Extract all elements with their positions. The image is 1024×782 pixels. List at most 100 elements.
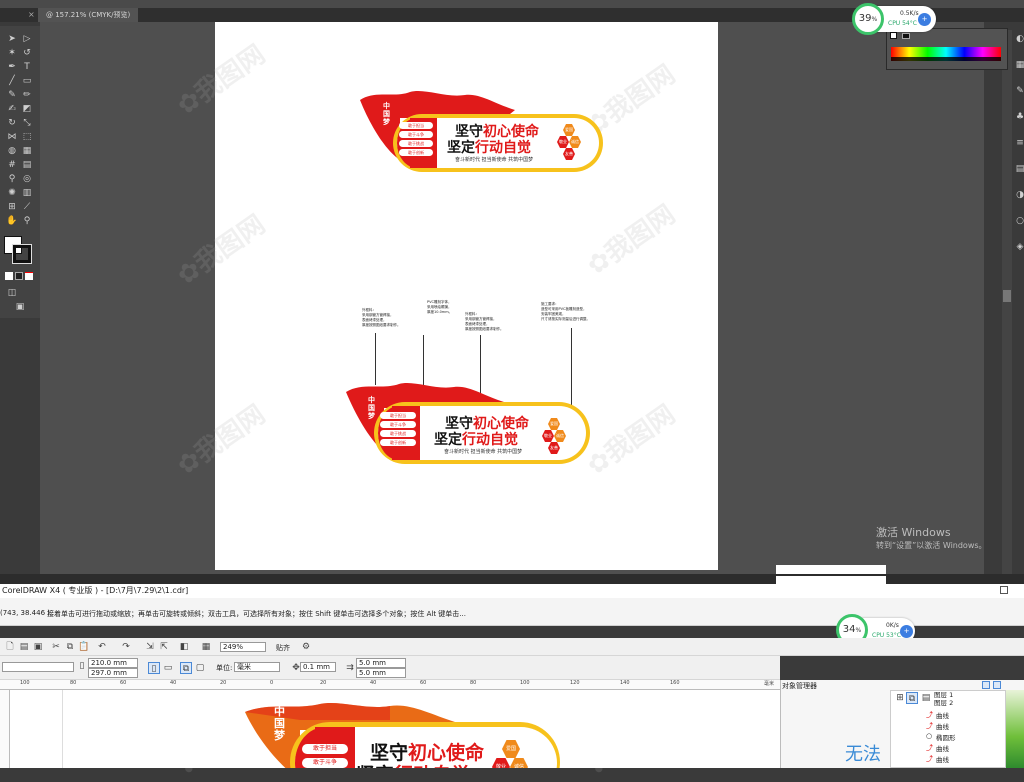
symbol-sprayer-tool-icon[interactable]: ✺ bbox=[6, 188, 18, 198]
scrollbar-thumb[interactable] bbox=[1003, 290, 1011, 302]
perspective-grid-tool-icon[interactable]: ▦ bbox=[21, 146, 33, 156]
window-control-icon[interactable] bbox=[1000, 586, 1008, 594]
duplicate-y-field[interactable]: 5.0 mm bbox=[356, 668, 406, 678]
show-properties-icon[interactable]: ⊞ bbox=[894, 692, 906, 704]
docker-overlay-text: 无法 bbox=[845, 744, 881, 765]
document-tab[interactable]: @ 157.21% (CMYK/预览) bbox=[38, 8, 139, 22]
stroke-swatch[interactable] bbox=[12, 244, 32, 264]
save-icon[interactable]: ▣ bbox=[32, 641, 44, 653]
duplicate-x-field[interactable]: 5.0 mm bbox=[356, 658, 406, 668]
vertical-ruler[interactable] bbox=[0, 690, 10, 768]
object-row[interactable]: 曲线 bbox=[936, 710, 949, 720]
current-page-icon[interactable]: ▢ bbox=[194, 662, 206, 674]
units-select[interactable]: 毫米 bbox=[234, 662, 280, 672]
object-row[interactable]: 椭圆形 bbox=[936, 732, 956, 742]
rectangle-tool-icon[interactable]: ▭ bbox=[21, 76, 33, 86]
vertical-scrollbar[interactable] bbox=[1002, 30, 1012, 575]
gradient-tool-icon[interactable]: ▤ bbox=[21, 160, 33, 170]
accelerate-badge[interactable]: + bbox=[900, 625, 913, 638]
layer-manager-view-icon[interactable]: ▤ bbox=[920, 692, 932, 704]
gradient-panel-icon[interactable]: ▤ bbox=[1014, 164, 1024, 174]
swatches-panel-icon[interactable]: ▦ bbox=[1014, 60, 1024, 70]
appearance-panel-icon[interactable]: ○ bbox=[1014, 216, 1024, 226]
color-palette[interactable] bbox=[1006, 690, 1024, 768]
options-icon[interactable]: ⚙ bbox=[300, 641, 312, 653]
undo-icon[interactable]: ↶ bbox=[96, 641, 108, 653]
page-size-select[interactable] bbox=[2, 662, 74, 672]
color-mode-icon[interactable] bbox=[5, 272, 13, 280]
slice-tool-icon[interactable]: ⟋ bbox=[21, 202, 33, 212]
line-tool-icon[interactable]: ╱ bbox=[6, 76, 18, 86]
welcome-screen-icon[interactable]: ▦ bbox=[200, 641, 212, 653]
stroke-color-swatch[interactable] bbox=[902, 33, 910, 39]
screen-mode-icon[interactable]: ▣ bbox=[14, 302, 26, 312]
color-spectrum-dark[interactable] bbox=[891, 57, 1001, 61]
object-row[interactable]: 曲线 bbox=[936, 754, 949, 764]
accelerate-badge[interactable]: + bbox=[918, 13, 931, 26]
cut-icon[interactable]: ✂ bbox=[50, 641, 62, 653]
open-file-icon[interactable]: ▤ bbox=[18, 641, 30, 653]
color-panel-icon[interactable]: ◐ bbox=[1014, 34, 1024, 44]
object-row[interactable]: 曲线 bbox=[936, 743, 949, 753]
portrait-icon[interactable]: ▯ bbox=[148, 662, 160, 674]
fill-color-swatch[interactable] bbox=[890, 32, 897, 39]
application-launcher-icon[interactable]: ◧ bbox=[178, 641, 190, 653]
stroke-panel-icon[interactable]: ≡ bbox=[1014, 138, 1024, 148]
snap-label[interactable]: 贴齐 bbox=[276, 643, 290, 653]
blob-brush-tool-icon[interactable]: ✍ bbox=[6, 104, 18, 114]
horizontal-ruler[interactable] bbox=[0, 680, 780, 690]
artboard-tool-icon[interactable]: ⊞ bbox=[6, 202, 18, 212]
all-pages-icon[interactable]: ⧉ bbox=[180, 662, 192, 674]
rotate-tool-icon[interactable]: ↻ bbox=[6, 118, 18, 128]
tab-close-icon[interactable]: × bbox=[28, 8, 35, 22]
free-transform-tool-icon[interactable]: ⬚ bbox=[21, 132, 33, 142]
value-button: 敢于挑战 bbox=[399, 140, 433, 147]
shape-builder-tool-icon[interactable]: ◍ bbox=[6, 146, 18, 156]
gradient-mode-icon[interactable] bbox=[15, 272, 23, 280]
landscape-icon[interactable]: ▭ bbox=[162, 662, 174, 674]
lasso-tool-icon[interactable]: ↺ bbox=[21, 48, 33, 58]
pencil-tool-icon[interactable]: ✏ bbox=[21, 90, 33, 100]
edit-across-layers-icon[interactable]: ⧉ bbox=[906, 692, 918, 704]
eyedropper-tool-icon[interactable]: ⚲ bbox=[6, 174, 18, 184]
nudge-distance-field[interactable]: 0.1 mm bbox=[300, 662, 336, 672]
paper-icon: ▯ bbox=[79, 661, 85, 671]
magic-wand-tool-icon[interactable]: ✶ bbox=[6, 48, 18, 58]
scale-tool-icon[interactable]: ⤡ bbox=[21, 118, 33, 128]
symbols-panel-icon[interactable]: ♣ bbox=[1014, 112, 1024, 122]
mesh-tool-icon[interactable]: # bbox=[6, 160, 18, 170]
tray-strip bbox=[776, 576, 886, 584]
pen-tool-icon[interactable]: ✒ bbox=[6, 62, 18, 72]
eraser-tool-icon[interactable]: ◩ bbox=[21, 104, 33, 114]
docker-minimize-icon[interactable] bbox=[982, 681, 990, 689]
zoom-tool-icon[interactable]: ⚲ bbox=[21, 216, 33, 226]
type-tool-icon[interactable]: T bbox=[21, 62, 33, 72]
copy-icon[interactable]: ⧉ bbox=[64, 641, 76, 653]
selection-tool-icon[interactable]: ➤ bbox=[6, 34, 18, 44]
object-row[interactable]: 曲线 bbox=[936, 721, 949, 731]
redo-icon[interactable]: ↷ bbox=[120, 641, 132, 653]
layer-row[interactable]: 图层 2 bbox=[934, 697, 953, 707]
column-graph-tool-icon[interactable]: ▥ bbox=[21, 188, 33, 198]
new-file-icon[interactable]: 🗋 bbox=[4, 641, 16, 653]
zoom-level-select[interactable]: 249% bbox=[220, 642, 266, 652]
leader-line bbox=[375, 333, 376, 385]
direct-selection-tool-icon[interactable]: ▷ bbox=[21, 34, 33, 44]
export-icon[interactable]: ⇱ bbox=[158, 641, 170, 653]
import-icon[interactable]: ⇲ bbox=[144, 641, 156, 653]
blend-tool-icon[interactable]: ◎ bbox=[21, 174, 33, 184]
headline-black: 坚定 bbox=[356, 764, 394, 768]
hand-tool-icon[interactable]: ✋ bbox=[6, 216, 18, 226]
headline-black: 坚定 bbox=[434, 432, 462, 448]
layers-panel-icon[interactable]: ◈ bbox=[1014, 242, 1024, 252]
paintbrush-tool-icon[interactable]: ✎ bbox=[6, 90, 18, 100]
none-mode-icon[interactable] bbox=[25, 272, 33, 280]
paste-icon[interactable]: 📋 bbox=[78, 641, 90, 653]
draw-normal-icon[interactable]: ◫ bbox=[6, 288, 18, 298]
page-width-field[interactable]: 210.0 mm bbox=[88, 658, 138, 668]
width-tool-icon[interactable]: ⋈ bbox=[6, 132, 18, 142]
docker-close-icon[interactable] bbox=[993, 681, 1001, 689]
page-height-field[interactable]: 297.0 mm bbox=[88, 668, 138, 678]
brushes-panel-icon[interactable]: ✎ bbox=[1014, 86, 1024, 96]
transparency-panel-icon[interactable]: ◑ bbox=[1014, 190, 1024, 200]
